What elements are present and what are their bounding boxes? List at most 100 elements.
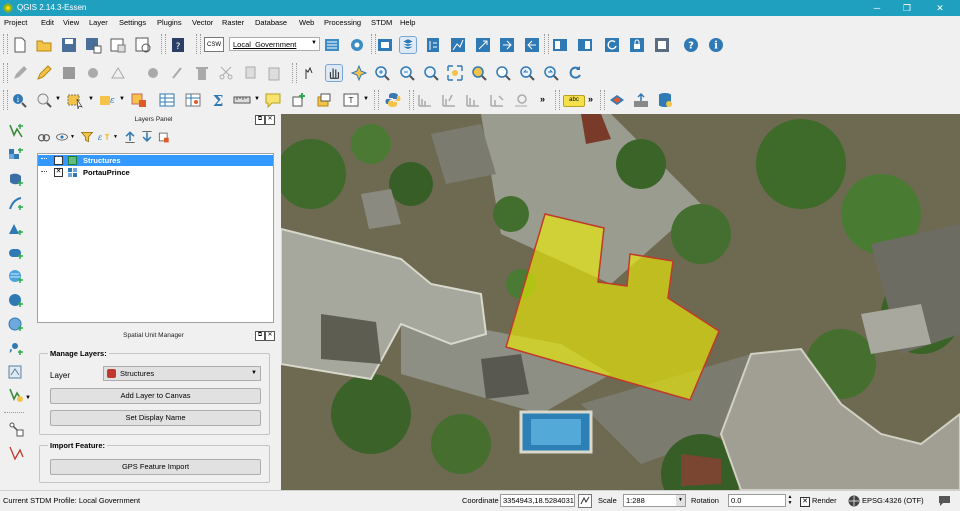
map-canvas[interactable] xyxy=(281,114,960,490)
expand-all-icon[interactable] xyxy=(123,130,137,144)
toolbar-handle[interactable] xyxy=(544,34,549,54)
float-panel-icon[interactable]: ⧉ xyxy=(255,331,265,341)
select-features-icon[interactable] xyxy=(66,91,84,109)
menu-vector[interactable]: Vector xyxy=(192,18,213,27)
save-icon[interactable] xyxy=(60,36,78,54)
stdm-lock-icon[interactable] xyxy=(628,36,646,54)
menu-view[interactable]: View xyxy=(63,18,79,27)
stdm-entities-icon[interactable] xyxy=(424,36,442,54)
stdm-document-icon[interactable] xyxy=(576,36,594,54)
stdm-export-icon[interactable] xyxy=(474,36,492,54)
zoom-full-icon[interactable] xyxy=(446,64,464,82)
move-label-disabled-icon[interactable] xyxy=(488,91,506,109)
current-edits-pencil-icon[interactable] xyxy=(11,64,29,82)
crs-globe-icon[interactable] xyxy=(848,495,860,507)
toolbar-handle[interactable] xyxy=(292,63,297,83)
new-bookmark-icon[interactable] xyxy=(290,91,308,109)
stdm-options-icon[interactable] xyxy=(323,36,341,54)
new-shapefile-layer-icon[interactable] xyxy=(7,386,25,404)
aerial-imagery[interactable] xyxy=(281,114,960,490)
toolbar-handle[interactable] xyxy=(555,90,560,110)
add-vector-layer-icon[interactable] xyxy=(7,122,25,140)
save-as-icon[interactable] xyxy=(84,36,102,54)
toolbar-handle[interactable] xyxy=(3,90,8,110)
add-feature-icon[interactable] xyxy=(84,64,102,82)
paste-icon[interactable] xyxy=(265,64,283,82)
zoom-next-icon[interactable] xyxy=(542,64,560,82)
toolbar-handle[interactable] xyxy=(3,63,8,83)
close-button[interactable]: ✕ xyxy=(925,0,955,16)
toolbar-overflow-chevron-icon[interactable]: » xyxy=(588,94,593,104)
layer-visibility-checkbox[interactable]: ✕ xyxy=(54,168,63,177)
node-tool-icon[interactable] xyxy=(109,64,127,82)
statistical-summary-sigma-icon[interactable]: Σ xyxy=(209,91,227,109)
map-tips-icon[interactable] xyxy=(264,91,282,109)
move-feature-icon[interactable] xyxy=(144,64,162,82)
measure-line-icon[interactable] xyxy=(233,91,251,109)
chevron-down-icon[interactable]: ▼ xyxy=(254,96,260,102)
toggle-editing-pencil-icon[interactable] xyxy=(35,64,53,82)
add-virtual-layer-icon[interactable] xyxy=(7,363,25,381)
stdm-refresh-icon[interactable] xyxy=(603,36,621,54)
layer-item-structures[interactable]: ✕ Structures xyxy=(38,155,273,166)
database-icon[interactable] xyxy=(656,91,674,109)
chevron-down-icon[interactable]: ▼ xyxy=(113,134,118,140)
delete-trash-icon[interactable] xyxy=(193,64,211,82)
layer-select[interactable]: Structures ▼ xyxy=(103,366,261,381)
stdm-import-2-icon[interactable] xyxy=(523,36,541,54)
show-labels-disabled-icon[interactable] xyxy=(464,91,482,109)
python-console-icon[interactable] xyxy=(384,91,402,109)
text-annotation-icon[interactable]: T xyxy=(342,91,360,109)
help-book-icon[interactable]: ? xyxy=(169,36,187,54)
csw-button[interactable]: CSW xyxy=(204,37,224,52)
stdm-settings-gear-icon[interactable] xyxy=(348,36,366,54)
zoom-to-selection-icon[interactable] xyxy=(470,64,488,82)
field-calculator-icon[interactable] xyxy=(184,91,202,109)
toolbar-handle[interactable] xyxy=(161,34,166,54)
menu-plugins[interactable]: Plugins xyxy=(157,18,182,27)
menu-project[interactable]: Project xyxy=(4,18,27,27)
stdm-spatial-icon[interactable] xyxy=(449,36,467,54)
remove-layer-icon[interactable] xyxy=(157,130,171,144)
set-display-name-button[interactable]: Set Display Name xyxy=(50,410,261,426)
add-postgis-layer-icon[interactable] xyxy=(7,171,25,189)
pan-to-selection-icon[interactable] xyxy=(350,64,368,82)
run-action-icon[interactable] xyxy=(35,91,53,109)
menu-settings[interactable]: Settings xyxy=(119,18,146,27)
toolbar-handle[interactable] xyxy=(3,34,8,54)
refresh-icon[interactable] xyxy=(566,64,584,82)
composer-manager-icon[interactable] xyxy=(134,36,152,54)
chevron-down-icon[interactable]: ▼ xyxy=(55,96,61,102)
help-circle-icon[interactable]: ? xyxy=(682,36,700,54)
deselect-features-icon[interactable] xyxy=(130,91,148,109)
layer-styling-icon[interactable] xyxy=(37,130,51,144)
menu-raster[interactable]: Raster xyxy=(222,18,244,27)
close-panel-icon[interactable]: ✕ xyxy=(265,115,275,125)
zoom-actual-size-icon[interactable] xyxy=(422,64,440,82)
attribute-table-icon[interactable] xyxy=(158,91,176,109)
zoom-to-layer-icon[interactable] xyxy=(494,64,512,82)
chevron-down-icon[interactable]: ▼ xyxy=(363,96,369,102)
toolbar-handle[interactable] xyxy=(409,90,414,110)
toolbar-handle[interactable] xyxy=(196,34,201,54)
toolbar-handle[interactable] xyxy=(600,90,605,110)
gps-feature-import-button[interactable]: GPS Feature Import xyxy=(50,459,261,475)
add-spatialite-layer-icon[interactable] xyxy=(7,195,25,213)
stdm-import-icon[interactable] xyxy=(498,36,516,54)
select-by-expression-icon[interactable]: ε xyxy=(98,91,116,109)
messages-speech-bubble-icon[interactable] xyxy=(938,495,951,507)
rotation-field[interactable]: 0.0 xyxy=(728,494,786,507)
show-bookmarks-icon[interactable] xyxy=(315,91,333,109)
zoom-last-icon[interactable] xyxy=(518,64,536,82)
label-tool-disabled-icon[interactable] xyxy=(416,91,434,109)
menu-layer[interactable]: Layer xyxy=(89,18,108,27)
stdm-view-icon[interactable] xyxy=(653,36,671,54)
filter-legend-funnel-icon[interactable] xyxy=(80,130,94,144)
extents-toggle-icon[interactable] xyxy=(578,494,592,508)
menu-help[interactable]: Help xyxy=(400,18,415,27)
toolbar-handle[interactable] xyxy=(374,90,379,110)
minimize-button[interactable]: ─ xyxy=(862,0,892,16)
stdm-templates-icon[interactable] xyxy=(551,36,569,54)
layer-visibility-checkbox[interactable]: ✕ xyxy=(54,156,63,165)
gps-tracking-icon[interactable] xyxy=(608,91,626,109)
